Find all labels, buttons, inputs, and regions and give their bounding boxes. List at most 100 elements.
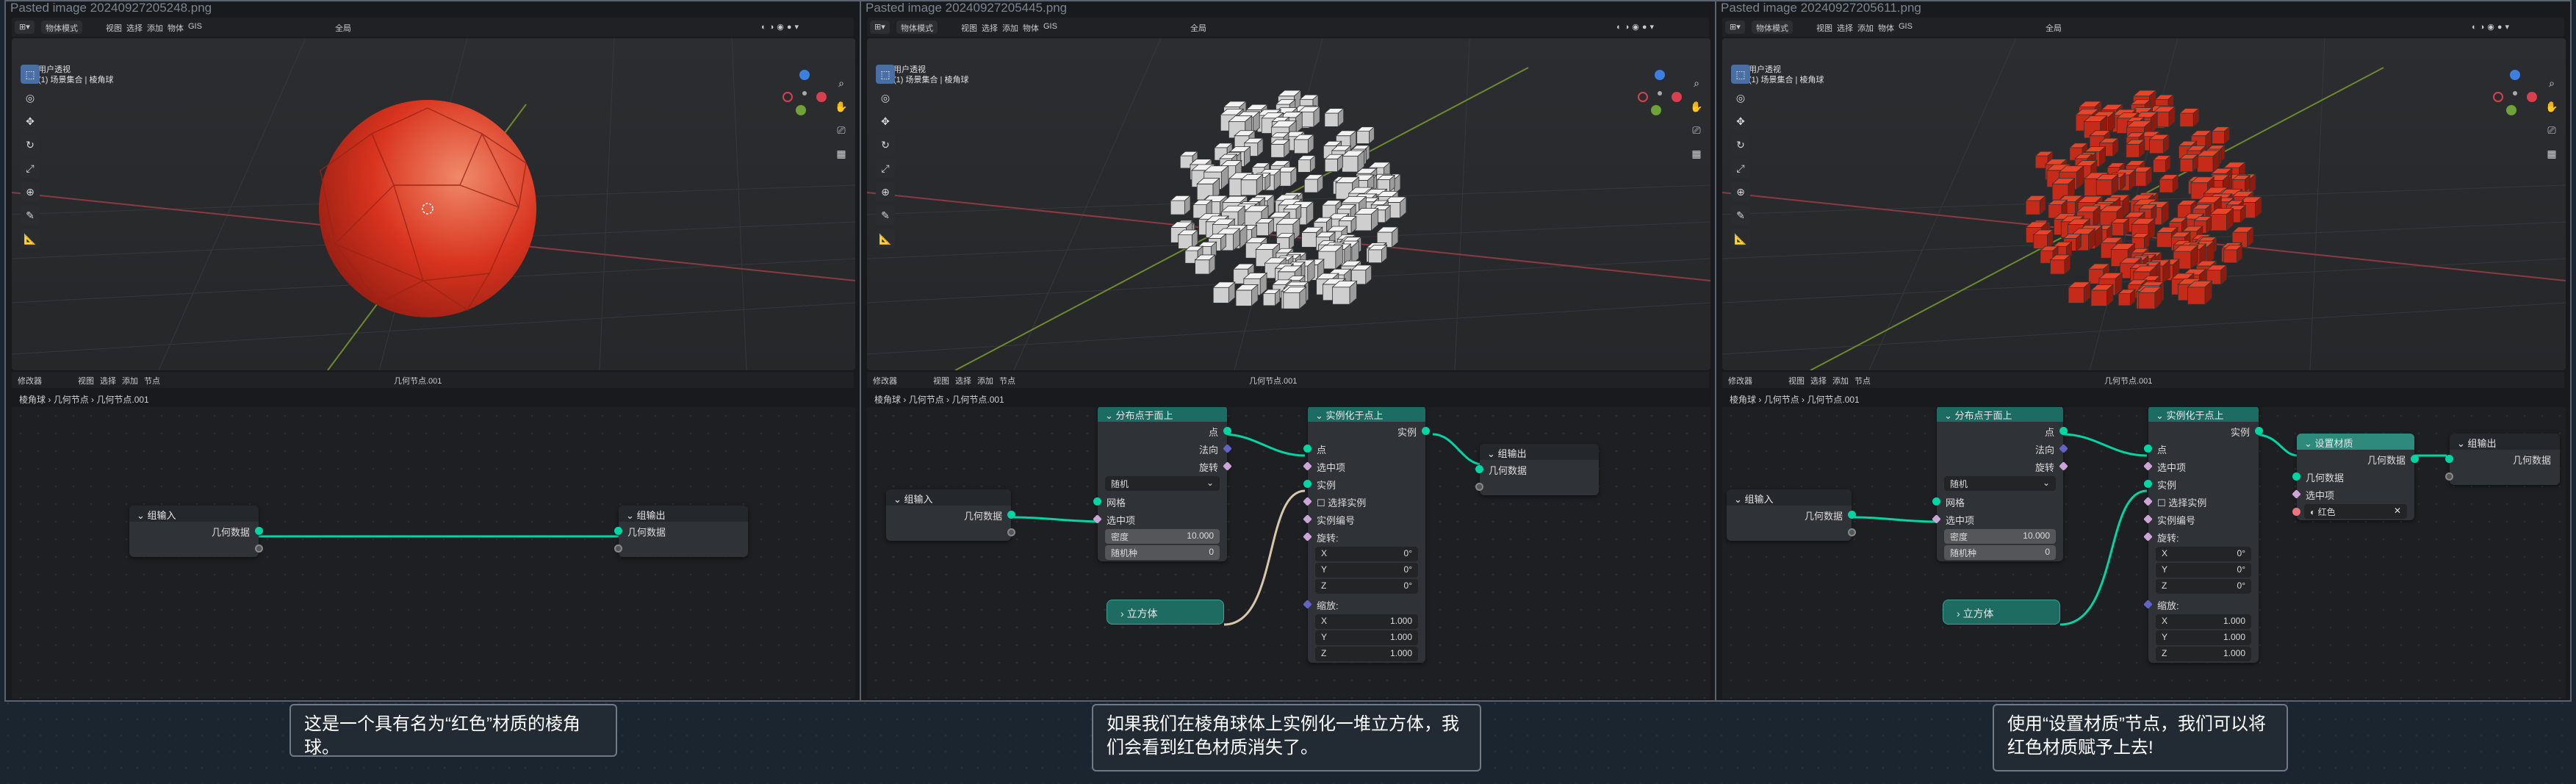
ne-menu-select[interactable]: 选择 <box>100 375 116 386</box>
pan-hand-icon[interactable]: ✋ <box>1688 98 1705 115</box>
zoom-icon[interactable]: ⌕ <box>2544 75 2560 91</box>
shading-icons[interactable]: ◐◑◉●▾ <box>1616 22 1657 32</box>
ne-menu-node[interactable]: 节点 <box>999 375 1015 386</box>
menu-gis[interactable]: GIS <box>188 22 202 31</box>
editor-type-icon[interactable]: ⊞▾ <box>870 21 890 34</box>
zoom-icon[interactable]: ⌕ <box>833 75 849 91</box>
menu-add[interactable]: 添加 <box>147 22 163 34</box>
material-select[interactable]: ◐ 红色 ✕ <box>2292 504 2407 519</box>
zoom-icon[interactable]: ⌕ <box>1688 75 1705 91</box>
menu-add[interactable]: 添加 <box>1857 22 1874 34</box>
distribute-points-node[interactable]: ⌄ 分布点于面上 点 法向 旋转 随机 ⌄ 网格 选中项 密度 10.000 随机种… <box>1093 407 1232 561</box>
annotate-icon[interactable]: ✎ <box>1731 206 1750 225</box>
editor-type-select[interactable]: 修改器 <box>873 375 897 386</box>
grid-icon[interactable]: ▦ <box>833 145 849 162</box>
density-field[interactable]: 密度 10.000 <box>1105 529 1220 544</box>
pan-hand-icon[interactable]: ✋ <box>2544 98 2560 115</box>
camera-icon[interactable]: ⎚ <box>833 122 849 138</box>
shading-icons[interactable]: ◐◑◉●▾ <box>761 22 802 32</box>
ne-menu-add[interactable]: 添加 <box>122 375 138 386</box>
menu-view[interactable]: 视图 <box>106 22 122 34</box>
axis-gizmo[interactable] <box>1634 68 1685 119</box>
menu-add[interactable]: 添加 <box>1002 22 1018 34</box>
camera-icon[interactable]: ⎚ <box>2544 122 2560 138</box>
ne-menu-view[interactable]: 视图 <box>78 375 94 386</box>
red-cube-instances[interactable] <box>1722 38 2566 370</box>
scale-icon[interactable]: ⤢ <box>876 159 895 178</box>
menu-select[interactable]: 选择 <box>1837 22 1853 34</box>
ne-menu-node[interactable]: 节点 <box>1854 375 1871 386</box>
menu-gis[interactable]: GIS <box>1899 22 1913 31</box>
mode-select[interactable]: 物体模式 <box>41 21 82 34</box>
measure-icon[interactable]: 📐 <box>876 229 895 248</box>
mode-select[interactable]: 物体模式 <box>896 21 938 34</box>
rotate-icon[interactable]: ↻ <box>1731 135 1750 154</box>
move-icon[interactable]: ✥ <box>1731 112 1750 131</box>
group-input-node[interactable]: ⌄ 组输入 几何数据 <box>886 489 1015 541</box>
rotate-icon[interactable]: ↻ <box>21 135 40 154</box>
menu-object[interactable]: 物体 <box>1023 22 1039 34</box>
annotate-icon[interactable]: ✎ <box>876 206 895 225</box>
3d-viewport[interactable]: 用户透视 (1) 场景集合 | 棱角球 ⬚ ◎ ✥ ↻ ⤢ ⊕ ✎ 📐 ⌕ ✋ … <box>867 38 1710 370</box>
editor-type-select[interactable]: 修改器 <box>18 375 42 386</box>
ne-menu-select[interactable]: 选择 <box>955 375 971 386</box>
node-tree-name[interactable]: 几何节点.001 <box>1249 375 1297 386</box>
group-output-node[interactable]: ⌄ 组输出 几何数据 <box>614 506 748 557</box>
shading-icons[interactable]: ◐◑◉●▾ <box>2472 22 2512 32</box>
distribute-points-node[interactable]: ⌄ 分布点于面上 点 法向 旋转 随机 ⌄ 网格 选中项 密度 10.000 随机种… <box>1932 407 2068 561</box>
select-box-icon[interactable]: ⬚ <box>1731 65 1750 84</box>
rotate-icon[interactable]: ↻ <box>876 135 895 154</box>
3d-viewport[interactable]: 用户透视 (1) 场景集合 | 棱角球 ⬚ ◎ ✥ ↻ ⤢ ⊕ ✎ 📐 ⌕ ✋ … <box>1722 38 2566 370</box>
axis-gizmo[interactable] <box>2489 68 2541 119</box>
cursor-icon[interactable]: ◎ <box>1731 88 1750 107</box>
transform-orient[interactable]: 全局 <box>2046 22 2062 34</box>
instance-on-points-node[interactable]: ⌄ 实例化于点上 实例 点 选中项 实例 ☐ 选择实例 实例编号 旋转: X 0°… <box>2143 407 2263 663</box>
move-icon[interactable]: ✥ <box>21 112 40 131</box>
annotate-icon[interactable]: ✎ <box>21 206 40 225</box>
editor-type-select[interactable]: 修改器 <box>1728 375 1752 386</box>
group-input-node[interactable]: ⌄ 组输入 几何数据 <box>129 506 263 557</box>
transform-icon[interactable]: ⊕ <box>21 182 40 201</box>
measure-icon[interactable]: 📐 <box>21 229 40 248</box>
grid-icon[interactable]: ▦ <box>1688 145 1705 162</box>
menu-object[interactable]: 物体 <box>1878 22 1894 34</box>
pan-hand-icon[interactable]: ✋ <box>833 98 849 115</box>
red-sphere[interactable] <box>12 38 855 370</box>
ne-menu-view[interactable]: 视图 <box>933 375 949 386</box>
node-tree-name[interactable]: 几何节点.001 <box>394 375 442 386</box>
select-box-icon[interactable]: ⬚ <box>21 65 40 84</box>
select-box-icon[interactable]: ⬚ <box>876 65 895 84</box>
ne-menu-node[interactable]: 节点 <box>144 375 160 386</box>
ne-menu-view[interactable]: 视图 <box>1788 375 1805 386</box>
menu-object[interactable]: 物体 <box>168 22 184 34</box>
node-editor[interactable]: ⌄ 组输入 几何数据 ⌄ 分布点于面上 点 法向 旋转 随机 ⌄ 网格 选中项 密… <box>1722 407 2566 699</box>
transform-icon[interactable]: ⊕ <box>1731 182 1750 201</box>
transform-icon[interactable]: ⊕ <box>876 182 895 201</box>
measure-icon[interactable]: 📐 <box>1731 229 1750 248</box>
camera-icon[interactable]: ⎚ <box>1688 122 1705 138</box>
density-field[interactable]: 密度 10.000 <box>1944 529 2056 544</box>
3d-viewport[interactable]: 用户透视 (1) 场景集合 | 棱角球 ⬚ ◎ ✥ ↻ ⤢ ⊕ ✎ 📐 ⌕ ✋ … <box>12 38 855 370</box>
menu-view[interactable]: 视图 <box>961 22 977 34</box>
distribute-method-select[interactable]: 随机 ⌄ <box>1105 476 1220 491</box>
transform-orient[interactable]: 全局 <box>1190 22 1206 34</box>
move-icon[interactable]: ✥ <box>876 112 895 131</box>
transform-orient[interactable]: 全局 <box>335 22 351 34</box>
mode-select[interactable]: 物体模式 <box>1752 21 1793 34</box>
editor-type-icon[interactable]: ⊞▾ <box>15 21 35 34</box>
group-output-node[interactable]: ⌄ 组输出 几何数据 <box>1475 444 1599 495</box>
cursor-icon[interactable]: ◎ <box>876 88 895 107</box>
cursor-icon[interactable]: ◎ <box>21 88 40 107</box>
menu-select[interactable]: 选择 <box>982 22 998 34</box>
node-editor[interactable]: ⌄ 组输入 几何数据 ⌄ 组输出 几何数据 <box>12 407 855 699</box>
distribute-method-select[interactable]: 随机 ⌄ <box>1944 476 2056 491</box>
scale-icon[interactable]: ⤢ <box>1731 159 1750 178</box>
ne-menu-add[interactable]: 添加 <box>977 375 993 386</box>
menu-view[interactable]: 视图 <box>1816 22 1832 34</box>
seed-field[interactable]: 随机种 0 <box>1944 545 2056 560</box>
scale-icon[interactable]: ⤢ <box>21 159 40 178</box>
axis-gizmo[interactable] <box>779 68 830 119</box>
group-output-node[interactable]: ⌄ 组输出 几何数据 <box>2445 434 2560 485</box>
cube-node-collapsed[interactable]: › 立方体 <box>1107 600 1224 625</box>
group-input-node[interactable]: ⌄ 组输入 几何数据 <box>1727 489 1856 541</box>
